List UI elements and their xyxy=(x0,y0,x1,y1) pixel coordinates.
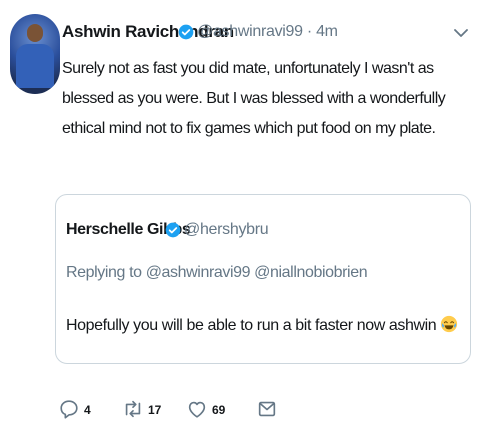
like-count: 69 xyxy=(212,403,226,417)
author-handle[interactable]: @ashwinravi99 xyxy=(197,23,303,40)
avatar-shirt xyxy=(16,44,54,88)
replying-prefix: Replying to xyxy=(66,264,142,281)
reply-count: 4 xyxy=(84,403,91,417)
reply-button[interactable]: 4 xyxy=(58,398,108,422)
quoted-author-handle[interactable]: @hershybru xyxy=(184,221,269,239)
message-icon xyxy=(258,401,276,417)
verified-icon xyxy=(165,222,181,238)
retweet-button[interactable]: 17 xyxy=(122,398,182,422)
reply-icon xyxy=(60,400,78,419)
avatar-face xyxy=(27,24,43,42)
verified-icon xyxy=(178,24,194,40)
retweet-icon xyxy=(125,400,141,418)
like-icon xyxy=(188,401,206,418)
quoted-text: Hopefully you will be able to run a bit … xyxy=(66,315,458,335)
quoted-header: Herschelle Gibbs @hershybru xyxy=(66,221,456,243)
tweet-actions: 4 17 69 xyxy=(58,398,318,422)
message-button[interactable] xyxy=(256,398,282,422)
tweet-card[interactable]: Ashwin Ravichandran @ashwinravi99 · 4m S… xyxy=(0,0,480,436)
retweet-count: 17 xyxy=(148,403,162,417)
avatar[interactable] xyxy=(10,14,60,94)
author-handle-time[interactable]: @ashwinravi99 · 4m xyxy=(197,23,338,41)
tweet-text: Surely not as fast you did mate, unfortu… xyxy=(62,60,446,137)
chevron-down-icon[interactable] xyxy=(454,28,468,38)
like-button[interactable]: 69 xyxy=(186,398,246,422)
replying-to: Replying to @ashwinravi99 @niallnobiobri… xyxy=(66,264,368,282)
laughing-emoji-icon xyxy=(441,315,458,333)
tweet-time[interactable]: · 4m xyxy=(307,23,338,40)
tweet-header: Ashwin Ravichandran @ashwinravi99 · 4m xyxy=(62,22,470,46)
replying-to-mentions[interactable]: @ashwinravi99 @niallnobiobrien xyxy=(146,264,368,281)
quoted-text-body: Hopefully you will be able to run a bit … xyxy=(66,317,437,334)
quoted-tweet[interactable]: Herschelle Gibbs @hershybru Replying to … xyxy=(55,194,471,364)
